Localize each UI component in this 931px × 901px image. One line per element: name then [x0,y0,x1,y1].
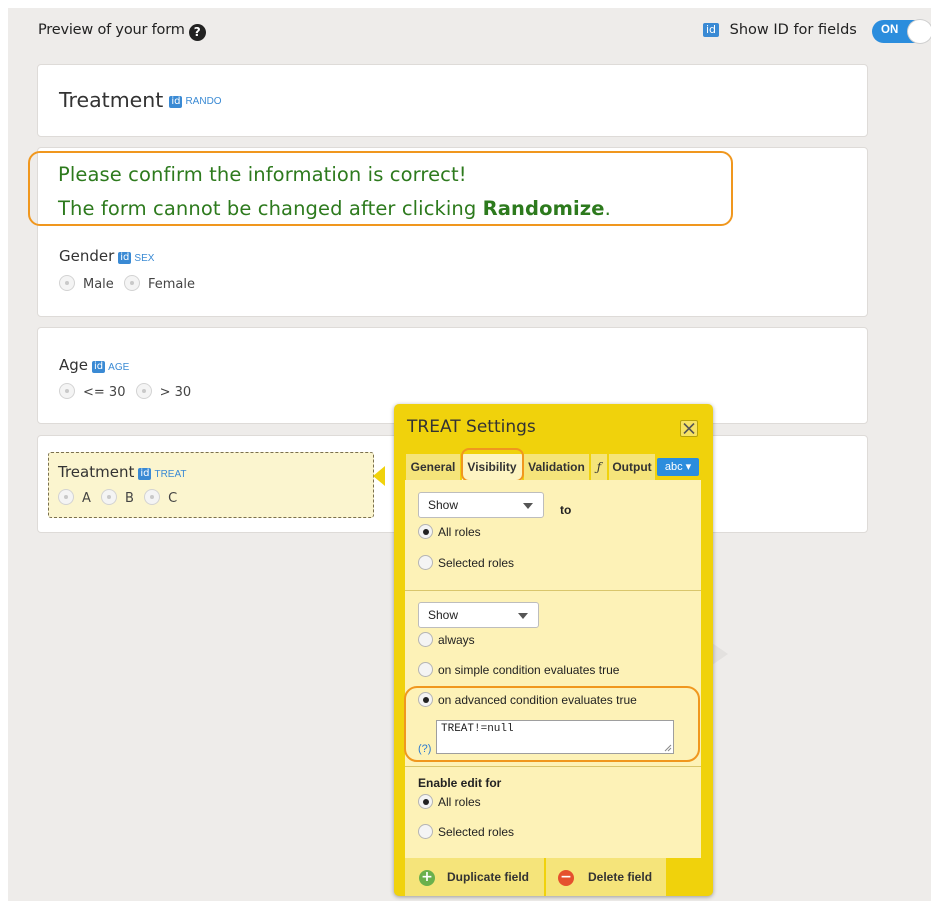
gender-label: Gender id SEX [59,247,155,265]
radio-unselected[interactable] [418,632,433,647]
toggle-knob [908,20,931,43]
radio-unselected[interactable] [418,662,433,677]
role-selected[interactable]: Selected roles [418,555,514,570]
help-icon[interactable]: ? [188,24,206,41]
radio-selected[interactable] [418,794,433,809]
treatment-label: Treatment id TREAT [58,463,187,481]
enable-edit-label: Enable edit for [418,776,502,790]
faint-arrow-icon [712,643,728,665]
radio-selected[interactable] [418,524,433,539]
radio-treat-c[interactable] [144,489,161,505]
field-settings-panel: TREAT Settings General Visibility Valida… [394,404,713,896]
age-label: Age id AGE [59,356,130,374]
tab-general[interactable]: General [406,454,460,480]
settings-footer: + Duplicate field − Delete field [405,858,701,896]
id-badge-icon: id [92,361,106,373]
treatment-options: A B C [58,489,183,506]
id-badge-icon: id [138,468,152,480]
tab-output[interactable]: Output [609,454,655,480]
enable-selected-roles[interactable]: Selected roles [418,824,514,839]
format-dropdown[interactable]: abc ▾ [657,458,699,476]
confirmation-message: Please confirm the information is correc… [28,151,733,226]
id-tag: TREAT [154,469,187,480]
form-name: Treatment id RANDO [59,88,222,112]
chevron-down-icon [523,503,533,509]
show-select[interactable]: Show [418,492,544,518]
condition-always[interactable]: always [418,632,475,647]
message-line-2: The form cannot be changed after clickin… [58,197,611,220]
id-badge-icon: id [169,96,183,108]
message-line-1: Please confirm the information is correc… [58,163,467,186]
radio-female[interactable] [123,275,140,291]
show-id-toggle[interactable]: ON [872,20,931,43]
gender-options: Male Female [59,275,201,292]
age-options: <= 30 > 30 [59,383,197,400]
plus-icon: + [419,870,435,886]
tab-function[interactable]: ƒ [591,454,607,480]
visibility-settings: Show to All roles Selected roles Show al… [404,480,701,858]
radio-treat-a[interactable] [58,489,74,505]
close-button[interactable] [680,420,698,437]
id-badge-icon: id [703,23,720,37]
id-tag: SEX [134,253,155,264]
delete-field-button[interactable]: − Delete field [546,858,666,896]
condition-simple[interactable]: on simple condition evaluates true [418,662,619,677]
divider [405,766,701,767]
radio-age-under-30[interactable] [59,383,75,399]
id-tag: AGE [108,362,130,373]
radio-treat-b[interactable] [101,489,118,505]
treatment-field-selected[interactable]: Treatment id TREAT A B C [48,452,374,518]
divider [405,590,701,591]
tab-validation[interactable]: Validation [524,454,589,480]
condition-select[interactable]: Show [418,602,539,628]
enable-all-roles[interactable]: All roles [418,794,481,809]
radio-unselected[interactable] [418,824,433,839]
visibility-tab-highlight [461,448,524,482]
show-id-label: id Show ID for fields [703,22,857,38]
id-badge-icon: id [118,252,132,264]
to-label: to [560,503,572,517]
preview-title: Preview of your form? [38,22,206,41]
minus-icon: − [558,870,574,886]
id-tag: RANDO [185,96,222,107]
chevron-down-icon [518,613,528,619]
radio-unselected[interactable] [418,555,433,570]
settings-title: TREAT Settings [407,417,536,437]
duplicate-field-button[interactable]: + Duplicate field [405,858,544,896]
radio-male[interactable] [59,275,75,291]
role-all[interactable]: All roles [418,524,481,539]
popup-pointer [373,466,385,486]
close-icon [683,423,695,434]
advanced-condition-highlight [404,686,700,762]
toggle-label: ON [881,24,899,36]
radio-age-over-30[interactable] [135,383,152,399]
form-header-card: Treatment id RANDO [37,64,868,137]
